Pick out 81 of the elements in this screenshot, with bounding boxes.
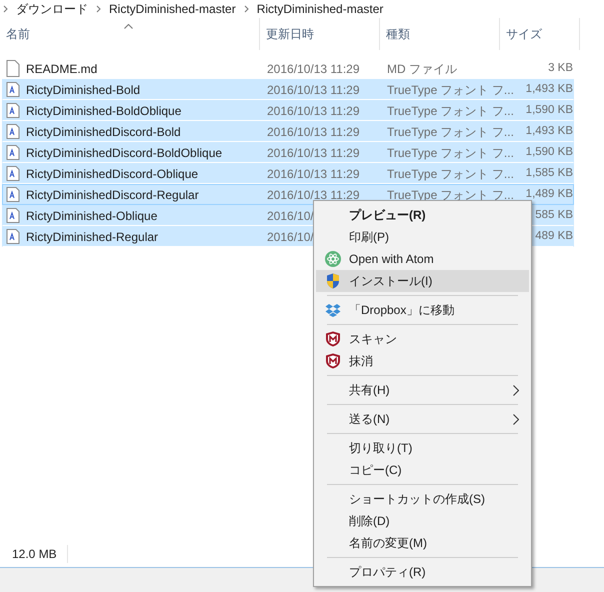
chevron-right-icon: [3, 5, 8, 13]
file-name: RictyDiminishedDiscord-Bold: [26, 124, 181, 140]
menu-item[interactable]: 共有(H): [316, 379, 529, 401]
menu-item[interactable]: 削除(D): [316, 510, 529, 532]
breadcrumb-item[interactable]: ダウンロード: [16, 0, 88, 18]
file-name: RictyDiminishedDiscord-BoldOblique: [26, 144, 222, 162]
file-type: TrueType フォント フ...: [387, 82, 514, 96]
file-name: RictyDiminishedDiscord-Oblique: [26, 166, 198, 182]
file-name: RictyDiminished-BoldOblique: [26, 102, 182, 120]
menu-item[interactable]: インストール(I): [316, 270, 529, 292]
menu-item[interactable]: 送る(N): [316, 408, 529, 430]
modified-date: 2016/10/13 11:29: [267, 104, 360, 118]
shield-icon: [326, 273, 340, 289]
file-type: TrueType フォント フ...: [387, 146, 514, 160]
modified-date: 2016/10/13 11:29: [267, 82, 360, 96]
menu-item[interactable]: スキャン: [316, 328, 529, 350]
menu-item[interactable]: 抹消: [316, 350, 529, 372]
file-type: MD ファイル: [387, 62, 457, 76]
file-size: 585 KB: [535, 208, 573, 223]
font-file-icon: [6, 208, 20, 223]
font-file-icon: [6, 124, 20, 139]
modified-date: 2016/10/13 11:29: [267, 146, 360, 160]
file-row[interactable]: RictyDiminished-BoldOblique 2016/10/13 11:29 TrueType フォント フ... 1,590 KB: [2, 100, 574, 121]
menu-item[interactable]: 印刷(P): [316, 226, 529, 248]
column-header[interactable]: 種類: [386, 25, 410, 43]
file-row[interactable]: RictyDiminishedDiscord-Regular 2016/10/13 11:29 TrueType フォント フ... 1,489 KB: [2, 184, 574, 205]
file-name: README.md: [26, 60, 98, 78]
file-size: 1,493 KB: [526, 82, 573, 97]
sort-ascending-icon: [124, 24, 133, 29]
file-type: TrueType フォント フ...: [387, 166, 514, 180]
file-name: RictyDiminished-Regular: [26, 228, 158, 246]
file-row[interactable]: RictyDiminished-Bold 2016/10/13 11:29 TrueType フォント フ... 1,493 KB: [2, 79, 574, 100]
font-file-icon: [6, 103, 20, 118]
menu-item[interactable]: Open with Atom: [316, 248, 529, 270]
status-size: 12.0 MB: [12, 545, 68, 563]
menu-item[interactable]: 「Dropbox」に移動: [316, 299, 529, 321]
font-file-icon: [6, 229, 20, 244]
font-file-icon: [6, 166, 20, 181]
modified-date: 2016/10/: [267, 208, 314, 222]
file-size: 1,493 KB: [526, 124, 573, 139]
font-file-icon: [6, 145, 20, 160]
breadcrumb-item[interactable]: RictyDiminished-master: [109, 0, 236, 18]
modified-date: 2016/10/13 11:29: [267, 124, 360, 138]
menu-item[interactable]: 名前の変更(M): [316, 532, 529, 554]
file-row[interactable]: RictyDiminishedDiscord-Bold 2016/10/13 11:29 TrueType フォント フ... 1,493 KB: [2, 121, 574, 142]
document-icon: [6, 60, 20, 77]
file-size: 1,590 KB: [526, 102, 573, 118]
column-header[interactable]: 更新日時: [266, 25, 314, 43]
file-size: 1,585 KB: [526, 166, 573, 181]
modified-date: 2016/10/13 11:29: [267, 166, 360, 180]
chevron-right-icon: [96, 5, 101, 13]
file-type: TrueType フォント フ...: [387, 124, 514, 138]
file-name: RictyDiminished-Oblique: [26, 208, 158, 224]
file-size: 3 KB: [548, 60, 573, 76]
modified-date: 2016/10/13 11:29: [267, 62, 360, 76]
menu-item[interactable]: プロパティ(R): [316, 561, 529, 583]
font-file-icon: [6, 187, 20, 202]
column-header[interactable]: サイズ: [506, 25, 542, 43]
menu-item[interactable]: ショートカットの作成(S): [316, 488, 529, 510]
menu-item[interactable]: 切り取り(T): [316, 437, 529, 459]
atom-icon: [324, 251, 340, 267]
file-size: 489 KB: [535, 228, 573, 244]
file-row[interactable]: RictyDiminishedDiscord-Oblique 2016/10/13 11:29 TrueType フォント フ... 1,585 KB: [2, 163, 574, 184]
menu-item[interactable]: コピー(C): [316, 459, 529, 481]
breadcrumb-item[interactable]: RictyDiminished-master: [256, 0, 384, 18]
file-size: 1,489 KB: [526, 186, 573, 202]
file-name: RictyDiminished-Bold: [26, 82, 140, 98]
file-size: 1,590 KB: [526, 144, 573, 160]
file-type: TrueType フォント フ...: [387, 188, 514, 202]
menu-item[interactable]: プレビュー(R): [316, 204, 529, 226]
shield-icon: [324, 353, 340, 369]
file-name: RictyDiminishedDiscord-Regular: [26, 186, 199, 204]
font-file-icon: [6, 82, 20, 97]
modified-date: 2016/10/13 11:29: [267, 188, 360, 202]
box-icon: [324, 303, 340, 317]
file-row[interactable]: RictyDiminishedDiscord-BoldOblique 2016/10/13 11:29 TrueType フォント フ... 1,590 KB: [2, 142, 574, 163]
modified-date: 2016/10/: [267, 230, 314, 244]
shield-icon: [324, 331, 340, 347]
chevron-right-icon: [244, 5, 249, 13]
file-type: TrueType フォント フ...: [387, 104, 514, 118]
column-header[interactable]: 名前: [6, 25, 30, 43]
